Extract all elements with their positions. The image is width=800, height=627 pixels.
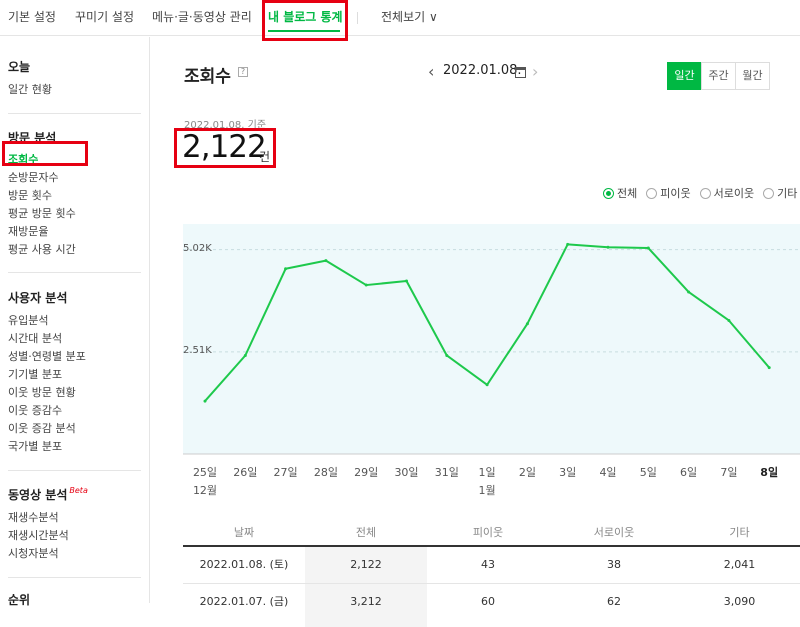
cell-date: 2022.01.07. (금) <box>199 595 289 608</box>
sidebar-divider <box>8 272 141 273</box>
table-row: 2022.01.07. (금) 3,212 60 62 3,090 <box>183 584 800 620</box>
tab-content-management[interactable]: 메뉴·글·동영상 관리 <box>152 0 252 36</box>
y-tick-label: 5.02K <box>183 242 212 254</box>
column-header-mutual: 서로이웃 <box>593 526 635 539</box>
main-panel: 조회수 ? ‹ 2022.01.08. › 일간 주간 월간 2022.01.0… <box>151 37 800 627</box>
sidebar-item-unique-visitors[interactable]: 순방문자수 <box>8 169 59 185</box>
sidebar-item-play-time[interactable]: 재생시간분석 <box>8 527 69 543</box>
sidebar-section-today: 오늘 <box>8 60 31 74</box>
sidebar-item-avg-time[interactable]: 평균 사용 시간 <box>8 241 76 257</box>
tab-view-all[interactable]: 전체보기 ∨ <box>381 0 438 36</box>
sidebar-item-daily-overview[interactable]: 일간 현황 <box>8 81 52 97</box>
sidebar-item-time-analysis[interactable]: 시간대 분석 <box>8 330 62 346</box>
cell-total: 3,212 <box>350 595 382 608</box>
x-tick-label: 8일 <box>760 466 779 479</box>
section-title-text: 동영상 분석 <box>8 488 68 502</box>
x-tick-label: 4일 <box>599 466 617 479</box>
sidebar-item-neighbor-change-analysis[interactable]: 이웃 증감 분석 <box>8 420 76 436</box>
sidebar-item-revisit-rate[interactable]: 재방문율 <box>8 223 48 239</box>
data-point[interactable] <box>284 267 288 271</box>
sidebar-item-neighbor-visits[interactable]: 이웃 방문 현황 <box>8 384 76 400</box>
x-tick-label: 7일 <box>720 466 738 479</box>
data-point[interactable] <box>203 399 207 403</box>
sidebar-divider <box>8 577 141 578</box>
data-point[interactable] <box>364 283 368 287</box>
x-tick-label: 28일 <box>313 466 338 479</box>
data-point[interactable] <box>485 383 489 387</box>
x-tick-label: 1일 <box>478 466 496 479</box>
x-tick-label: 3일 <box>559 466 577 479</box>
sidebar-item-visit-count[interactable]: 방문 횟수 <box>8 187 52 203</box>
data-point[interactable] <box>445 353 449 357</box>
cell-other: 3,090 <box>723 595 756 608</box>
x-tick-label: 6일 <box>680 466 698 479</box>
beta-badge: Beta <box>69 486 88 495</box>
cell-followers: 60 <box>481 595 495 608</box>
x-tick-label: 29일 <box>354 466 379 479</box>
tab-design-settings[interactable]: 꾸미기 설정 <box>75 0 134 36</box>
cell-followers: 43 <box>481 558 495 571</box>
sidebar-item-gender-age[interactable]: 성별·연령별 분포 <box>8 348 86 364</box>
cell-mutual: 62 <box>607 595 621 608</box>
plot-area <box>183 224 800 454</box>
cell-total: 2,122 <box>350 558 382 571</box>
sidebar-section-user-analysis: 사용자 분석 <box>8 291 68 305</box>
data-point[interactable] <box>646 246 650 250</box>
column-header-other: 기타 <box>729 526 750 539</box>
data-point[interactable] <box>405 279 408 283</box>
highlight-box-views-item <box>2 141 88 166</box>
data-point[interactable] <box>727 318 731 322</box>
sidebar-item-play-count[interactable]: 재생수분석 <box>8 509 59 525</box>
x-tick-label: 31일 <box>434 466 459 479</box>
data-point[interactable] <box>324 259 328 263</box>
sidebar-divider <box>8 113 141 114</box>
data-point[interactable] <box>566 242 570 246</box>
sidebar-item-viewers[interactable]: 시청자분석 <box>8 545 59 561</box>
highlight-box-total <box>174 128 276 168</box>
table-row: 2022.01.08. (토) 2,122 43 38 2,041 <box>183 547 800 583</box>
sidebar-divider <box>8 470 141 471</box>
month-label: 1월 <box>478 484 496 497</box>
data-point[interactable] <box>767 366 771 370</box>
sidebar-item-inflow[interactable]: 유입분석 <box>8 312 48 328</box>
x-tick-label: 5일 <box>639 466 657 479</box>
x-tick-label: 30일 <box>394 466 419 479</box>
x-tick-label: 26일 <box>233 466 258 479</box>
data-point[interactable] <box>606 245 610 249</box>
tab-divider <box>357 12 358 24</box>
cell-date: 2022.01.08. (토) <box>199 558 289 571</box>
y-tick-label: 2.51K <box>183 344 212 356</box>
data-point[interactable] <box>243 353 247 357</box>
x-tick-label: 27일 <box>273 466 298 479</box>
data-point[interactable] <box>525 322 529 326</box>
sidebar-section-video-analysis: 동영상 분석 Beta <box>8 486 88 503</box>
sidebar-item-device[interactable]: 기기별 분포 <box>8 366 62 382</box>
column-header-date: 날짜 <box>233 526 255 539</box>
x-tick-label: 25일 <box>192 466 218 479</box>
sidebar-item-avg-visit-count[interactable]: 평균 방문 횟수 <box>8 205 76 221</box>
sidebar-item-neighbor-change[interactable]: 이웃 증감수 <box>8 402 62 418</box>
column-header-followers: 피이웃 <box>472 526 504 539</box>
sidebar-section-ranking: 순위 <box>8 593 31 607</box>
month-label: 12월 <box>192 484 218 497</box>
column-header-total: 전체 <box>355 526 377 539</box>
cell-mutual: 38 <box>607 558 621 571</box>
tab-basic-settings[interactable]: 기본 설정 <box>8 0 56 36</box>
data-point[interactable] <box>687 290 691 294</box>
sidebar-item-country[interactable]: 국가별 분포 <box>8 438 62 454</box>
cell-other: 2,041 <box>723 558 756 571</box>
x-tick-label: 2일 <box>518 466 536 479</box>
highlight-box-stats-tab <box>262 0 348 41</box>
top-navigation: 기본 설정 꾸미기 설정 메뉴·글·동영상 관리 내 블로그 통계 전체보기 ∨ <box>0 0 800 36</box>
